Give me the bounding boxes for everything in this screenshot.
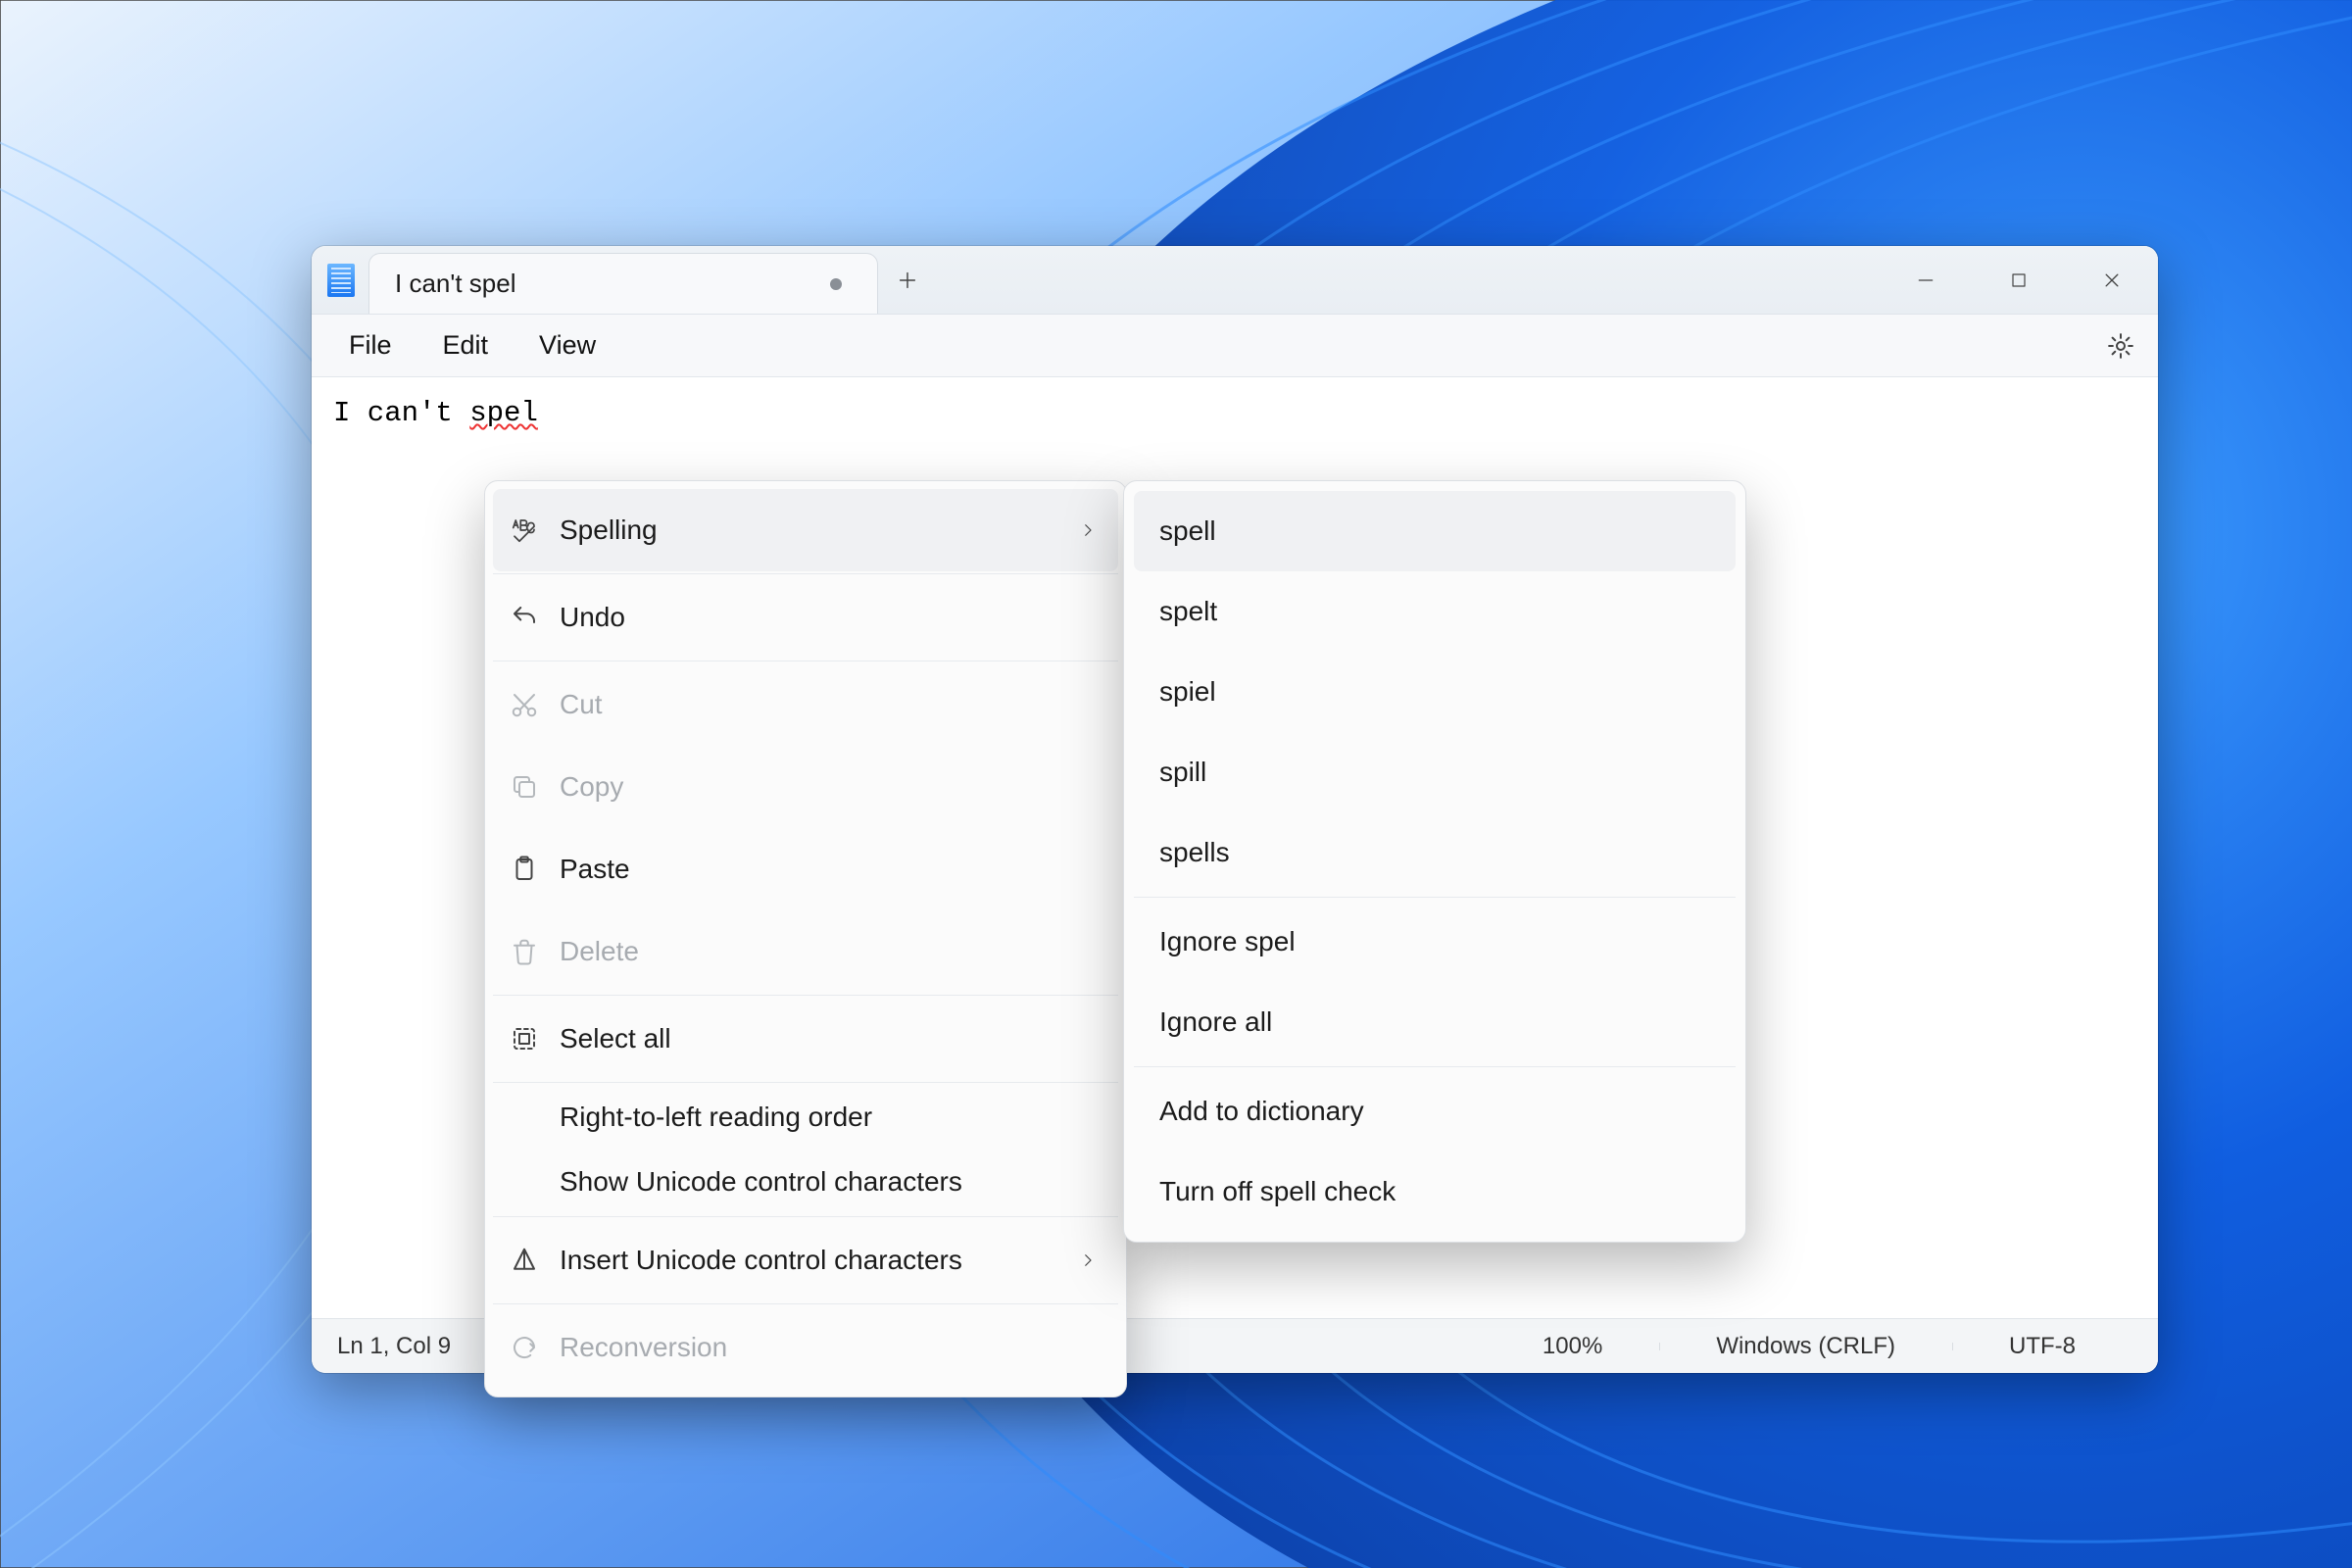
menu-view[interactable]: View (515, 322, 619, 368)
ctx-undo[interactable]: Undo (493, 576, 1118, 659)
ctx-select-all[interactable]: Select all (493, 998, 1118, 1080)
ctx-spelling-label: Spelling (560, 514, 1059, 546)
ctx-paste-label: Paste (560, 854, 1097, 885)
tab-modified-indicator (830, 278, 842, 290)
insert-ucc-icon (509, 1245, 540, 1276)
ctx-copy-label: Copy (560, 771, 1097, 803)
titlebar: I can't spel (312, 246, 2158, 315)
new-tab-button[interactable] (878, 246, 937, 314)
reconversion-icon (509, 1332, 540, 1363)
ctx-delete-label: Delete (560, 936, 1097, 967)
ctx-spelling[interactable]: Spelling (493, 489, 1118, 571)
maximize-button[interactable] (1972, 246, 2065, 315)
copy-icon (509, 771, 540, 803)
ignore-word[interactable]: Ignore spel (1134, 902, 1736, 982)
menu-file[interactable]: File (325, 322, 416, 368)
ignore-all[interactable]: Ignore all (1134, 982, 1736, 1062)
ctx-reconversion: Reconversion (493, 1306, 1118, 1389)
misspelled-word: spel (469, 397, 538, 429)
close-button[interactable] (2065, 246, 2158, 315)
select-all-icon (509, 1023, 540, 1054)
tab-title: I can't spel (395, 269, 814, 299)
menubar: File Edit View (312, 315, 2158, 377)
suggestion-3[interactable]: spill (1134, 732, 1736, 812)
minimize-button[interactable] (1879, 246, 1972, 315)
chevron-right-icon (1079, 1245, 1097, 1276)
ctx-paste[interactable]: Paste (493, 828, 1118, 910)
status-line-ending[interactable]: Windows (CRLF) (1659, 1333, 1952, 1360)
paste-icon (509, 854, 540, 885)
ctx-copy: Copy (493, 746, 1118, 828)
delete-icon (509, 936, 540, 967)
ctx-insert-ucc-label: Insert Unicode control characters (560, 1245, 1059, 1276)
cut-icon (509, 689, 540, 720)
settings-button[interactable] (2097, 322, 2144, 369)
notepad-icon (327, 264, 355, 297)
spelling-submenu: spell spelt spiel spill spells Ignore sp… (1123, 480, 1746, 1243)
document-tab[interactable]: I can't spel (368, 253, 878, 314)
ctx-insert-ucc[interactable]: Insert Unicode control characters (493, 1219, 1118, 1301)
turn-off-spellcheck[interactable]: Turn off spell check (1134, 1152, 1736, 1232)
document-text-prefix: I can't (333, 397, 469, 429)
suggestion-2[interactable]: spiel (1134, 652, 1736, 732)
status-cursor-position: Ln 1, Col 9 (337, 1333, 451, 1360)
suggestion-0[interactable]: spell (1134, 491, 1736, 571)
app-icon-wrap (312, 246, 370, 314)
status-encoding[interactable]: UTF-8 (1952, 1333, 2132, 1360)
window-caption-buttons (1879, 246, 2158, 314)
ctx-rtl[interactable]: Right-to-left reading order (493, 1085, 1118, 1150)
menu-edit[interactable]: Edit (419, 322, 513, 368)
ctx-rtl-label: Right-to-left reading order (560, 1102, 1097, 1133)
ctx-undo-label: Undo (560, 602, 1097, 633)
ctx-delete: Delete (493, 910, 1118, 993)
ctx-cut: Cut (493, 663, 1118, 746)
suggestion-1[interactable]: spelt (1134, 571, 1736, 652)
add-to-dictionary[interactable]: Add to dictionary (1134, 1071, 1736, 1152)
context-menu: Spelling Undo Cut Copy Paste Delete Sele… (484, 480, 1127, 1397)
chevron-right-icon (1079, 514, 1097, 546)
ctx-cut-label: Cut (560, 689, 1097, 720)
ctx-show-ucc-label: Show Unicode control characters (560, 1166, 1097, 1198)
spelling-icon (509, 514, 540, 546)
status-zoom[interactable]: 100% (1486, 1333, 1659, 1360)
ctx-reconversion-label: Reconversion (560, 1332, 1097, 1363)
ctx-show-ucc[interactable]: Show Unicode control characters (493, 1150, 1118, 1214)
undo-icon (509, 602, 540, 633)
ctx-select-all-label: Select all (560, 1023, 1097, 1054)
suggestion-4[interactable]: spells (1134, 812, 1736, 893)
